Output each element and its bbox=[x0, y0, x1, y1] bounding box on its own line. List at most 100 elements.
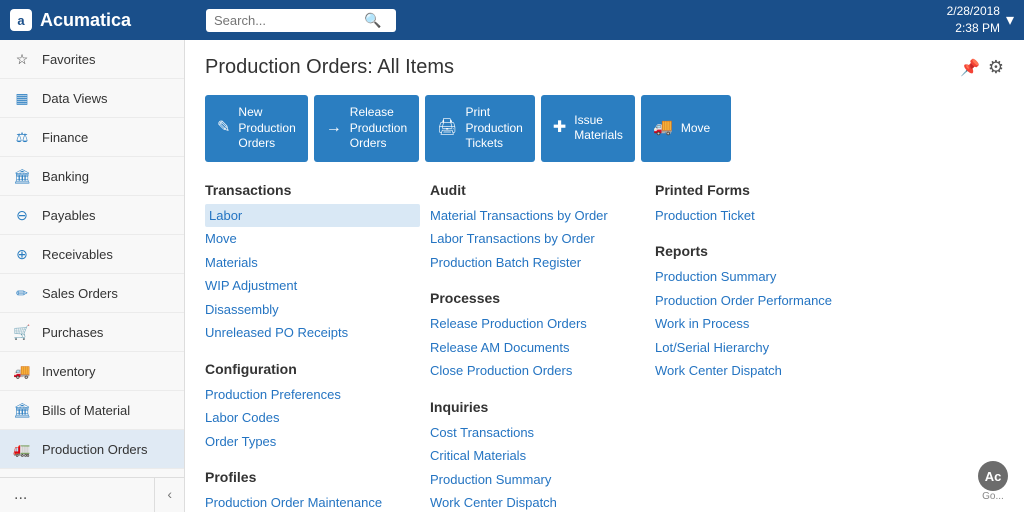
configuration-title: Configuration bbox=[205, 361, 420, 377]
sidebar-item-payables[interactable]: ⊖ Payables bbox=[0, 196, 184, 235]
production-orders-icon: 🚛 bbox=[12, 439, 32, 459]
issue-materials-button[interactable]: ✚ IssueMaterials bbox=[541, 95, 635, 162]
sidebar-more-button[interactable]: ... bbox=[0, 478, 154, 512]
avatar-initials: Ac bbox=[985, 469, 1002, 484]
topbar-right: 2/28/2018 2:38 PM ▾ bbox=[947, 3, 1014, 37]
menu-item-critical-materials[interactable]: Critical Materials bbox=[430, 444, 645, 468]
pin-icon[interactable]: 📌 bbox=[960, 58, 980, 78]
sidebar-item-banking[interactable]: 🏛 Banking bbox=[0, 157, 184, 196]
logo: a Acumatica bbox=[10, 9, 190, 31]
menu-item-release-production-orders[interactable]: Release Production Orders bbox=[430, 312, 645, 336]
audit-section: Audit Material Transactions by Order Lab… bbox=[430, 182, 645, 275]
content-area: Production Orders: All Items 📌 ⚙ ✎ NewPr… bbox=[185, 40, 1024, 512]
sidebar-label-receivables: Receivables bbox=[42, 247, 172, 262]
menu-item-production-summary-rpt[interactable]: Production Summary bbox=[655, 265, 870, 289]
sidebar-label-banking: Banking bbox=[42, 169, 172, 184]
sidebar: ☆ Favorites ▦ Data Views ⚖ Finance 🏛 Ban… bbox=[0, 40, 185, 512]
menu-item-material-transactions-by-order[interactable]: Material Transactions by Order bbox=[430, 204, 645, 228]
menu-item-production-summary-inq[interactable]: Production Summary bbox=[430, 468, 645, 492]
new-production-orders-label: NewProductionOrders bbox=[238, 105, 295, 152]
menu-item-labor[interactable]: Labor bbox=[205, 204, 420, 228]
menu-item-work-in-process[interactable]: Work in Process bbox=[655, 312, 870, 336]
menu-item-work-center-dispatch-rpt[interactable]: Work Center Dispatch bbox=[655, 359, 870, 383]
move-button[interactable]: 🚚 Move bbox=[641, 95, 731, 162]
menu-item-labor-transactions-by-order[interactable]: Labor Transactions by Order bbox=[430, 227, 645, 251]
menu-item-labor-codes[interactable]: Labor Codes bbox=[205, 406, 420, 430]
banking-icon: 🏛 bbox=[12, 166, 32, 186]
finance-icon: ⚖ bbox=[12, 127, 32, 147]
page-header: Production Orders: All Items 📌 ⚙ bbox=[205, 56, 1004, 79]
menu-item-close-production-orders[interactable]: Close Production Orders bbox=[430, 359, 645, 383]
search-input[interactable] bbox=[214, 13, 364, 28]
sidebar-item-inventory[interactable]: 🚚 Inventory bbox=[0, 352, 184, 391]
sidebar-label-payables: Payables bbox=[42, 208, 172, 223]
menu-item-move[interactable]: Move bbox=[205, 227, 420, 251]
sidebar-label-finance: Finance bbox=[42, 130, 172, 145]
menu-item-unreleased-po-receipts[interactable]: Unreleased PO Receipts bbox=[205, 321, 420, 345]
release-icon: → bbox=[326, 118, 342, 139]
menu-item-production-batch-register[interactable]: Production Batch Register bbox=[430, 251, 645, 275]
search-icon: 🔍 bbox=[364, 12, 381, 29]
receivables-icon: ⊕ bbox=[12, 244, 32, 264]
topbar-chevron-icon[interactable]: ▾ bbox=[1006, 10, 1014, 30]
print-icon: 🖨 bbox=[437, 118, 457, 139]
datetime: 2/28/2018 2:38 PM bbox=[947, 3, 1000, 37]
sidebar-collapse-button[interactable]: ‹ bbox=[154, 478, 184, 512]
menu-item-wip-adjustment[interactable]: WIP Adjustment bbox=[205, 274, 420, 298]
release-production-orders-label: ReleaseProductionOrders bbox=[350, 105, 407, 152]
inquiries-section: Inquiries Cost Transactions Critical Mat… bbox=[430, 399, 645, 512]
processes-title: Processes bbox=[430, 290, 645, 306]
menu-item-production-ticket[interactable]: Production Ticket bbox=[655, 204, 870, 228]
sidebar-item-finance[interactable]: ⚖ Finance bbox=[0, 118, 184, 157]
configuration-section: Configuration Production Preferences Lab… bbox=[205, 361, 420, 454]
menu-item-materials[interactable]: Materials bbox=[205, 251, 420, 275]
avatar-area: Ac Go... bbox=[978, 461, 1008, 502]
transactions-title: Transactions bbox=[205, 182, 420, 198]
time: 2:38 PM bbox=[947, 20, 1000, 37]
sidebar-item-favorites[interactable]: ☆ Favorites bbox=[0, 40, 184, 79]
sidebar-label-inventory: Inventory bbox=[42, 364, 172, 379]
menu-item-production-order-performance[interactable]: Production Order Performance bbox=[655, 289, 870, 313]
sidebar-label-sales-orders: Sales Orders bbox=[42, 286, 172, 301]
menu-col1: Transactions Labor Move Materials WIP Ad… bbox=[205, 182, 420, 512]
sidebar-label-production-orders: Production Orders bbox=[42, 442, 172, 457]
sidebar-item-production-orders[interactable]: 🚛 Production Orders bbox=[0, 430, 184, 469]
sidebar-label-favorites: Favorites bbox=[42, 52, 172, 67]
action-buttons-row: ✎ NewProductionOrders → ReleaseProductio… bbox=[205, 95, 1004, 162]
sidebar-item-bills-of-material[interactable]: 🏛 Bills of Material bbox=[0, 391, 184, 430]
menu-item-production-order-maintenance[interactable]: Production Order Maintenance bbox=[205, 491, 420, 512]
search-bar[interactable]: 🔍 bbox=[206, 9, 396, 32]
menu-item-work-center-dispatch-inq[interactable]: Work Center Dispatch bbox=[430, 491, 645, 512]
move-label: Move bbox=[681, 121, 710, 137]
move-icon: 🚚 bbox=[653, 118, 673, 139]
avatar-sub: Go... bbox=[982, 491, 1004, 502]
menu-item-cost-transactions[interactable]: Cost Transactions bbox=[430, 421, 645, 445]
menu-col2: Audit Material Transactions by Order Lab… bbox=[430, 182, 645, 512]
settings-icon[interactable]: ⚙ bbox=[988, 57, 1004, 78]
bills-icon: 🏛 bbox=[12, 400, 32, 420]
sidebar-label-bills: Bills of Material bbox=[42, 403, 172, 418]
avatar: Ac bbox=[978, 461, 1008, 491]
reports-section: Reports Production Summary Production Or… bbox=[655, 243, 870, 383]
print-production-tickets-button[interactable]: 🖨 PrintProductionTickets bbox=[425, 95, 535, 162]
print-production-tickets-label: PrintProductionTickets bbox=[465, 105, 522, 152]
menu-item-release-am-documents[interactable]: Release AM Documents bbox=[430, 336, 645, 360]
new-production-orders-button[interactable]: ✎ NewProductionOrders bbox=[205, 95, 308, 162]
sidebar-item-receivables[interactable]: ⊕ Receivables bbox=[0, 235, 184, 274]
menu-item-disassembly[interactable]: Disassembly bbox=[205, 298, 420, 322]
reports-title: Reports bbox=[655, 243, 870, 259]
printed-forms-section: Printed Forms Production Ticket bbox=[655, 182, 870, 228]
release-production-orders-button[interactable]: → ReleaseProductionOrders bbox=[314, 95, 419, 162]
sidebar-item-data-views[interactable]: ▦ Data Views bbox=[0, 79, 184, 118]
issue-icon: ✚ bbox=[553, 118, 566, 139]
sidebar-label-purchases: Purchases bbox=[42, 325, 172, 340]
payables-icon: ⊖ bbox=[12, 205, 32, 225]
printed-forms-title: Printed Forms bbox=[655, 182, 870, 198]
menu-item-lot-serial-hierarchy[interactable]: Lot/Serial Hierarchy bbox=[655, 336, 870, 360]
audit-title: Audit bbox=[430, 182, 645, 198]
sidebar-item-purchases[interactable]: 🛒 Purchases bbox=[0, 313, 184, 352]
sidebar-item-sales-orders[interactable]: ✏ Sales Orders bbox=[0, 274, 184, 313]
logo-text: Acumatica bbox=[40, 10, 131, 31]
menu-item-order-types[interactable]: Order Types bbox=[205, 430, 420, 454]
menu-item-production-preferences[interactable]: Production Preferences bbox=[205, 383, 420, 407]
